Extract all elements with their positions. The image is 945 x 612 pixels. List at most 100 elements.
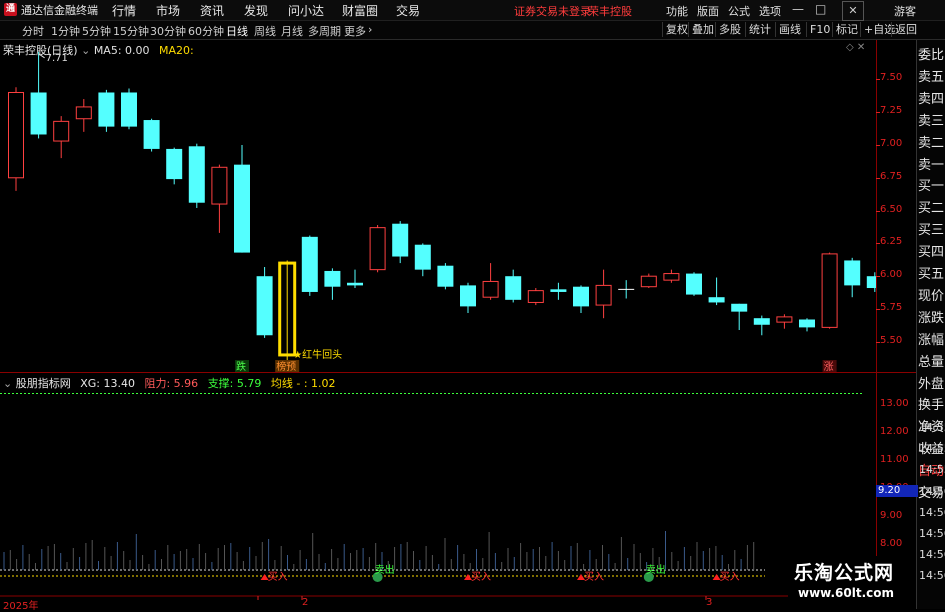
sidebar-item[interactable]: 卖一 — [918, 154, 945, 173]
sidebar-item[interactable]: 总量 — [918, 351, 945, 370]
main-y-tick — [876, 243, 880, 245]
main-y-tick — [876, 210, 880, 212]
menu-market[interactable]: 市场 — [156, 2, 180, 19]
menu-options[interactable]: 选项 — [759, 3, 781, 19]
date-month-3: 3 — [706, 597, 713, 608]
menu-discover[interactable]: 发现 — [244, 2, 268, 19]
period-daily[interactable]: 日线 — [226, 23, 248, 39]
main-y-tick-label: 6.50 — [880, 203, 903, 215]
tick-time: 14:56 — [919, 527, 945, 540]
toolbar-overlay[interactable]: 叠加 — [688, 22, 717, 37]
menu-ask[interactable]: 问小达 — [288, 2, 324, 19]
menu-layout[interactable]: 版面 — [697, 3, 719, 19]
sidebar-item[interactable]: 买四 — [918, 241, 945, 260]
period-multi[interactable]: 多周期 — [308, 23, 341, 39]
sidebar-item[interactable]: 卖四 — [918, 88, 945, 107]
menu-wealth[interactable]: 财富圈 — [342, 2, 378, 19]
sidebar-item[interactable]: 涨幅 — [918, 329, 945, 348]
main-y-tick-label: 7.25 — [880, 105, 903, 117]
menu-function[interactable]: 功能 — [666, 3, 688, 19]
period-15min[interactable]: 15分钟 — [113, 23, 149, 39]
candle-body — [482, 280, 499, 298]
main-y-tick-label: 7.00 — [880, 137, 903, 149]
toolbar-mark[interactable]: 标记 — [832, 22, 861, 37]
login-notice[interactable]: 证券交易未登录 — [514, 3, 591, 19]
guest-button[interactable]: 游客 — [894, 3, 916, 19]
high-price-label: 7.71 — [46, 53, 68, 64]
chevron-right-icon[interactable]: › — [368, 23, 372, 36]
top-stock-name: 荣丰控股 — [588, 5, 632, 18]
watermark-title: 乐淘公式网 — [794, 562, 895, 584]
tick-time: 14:55 — [919, 421, 945, 434]
candle-body — [414, 244, 431, 270]
sidebar-item[interactable]: 买二 — [918, 197, 945, 216]
sidebar-item[interactable]: 换手 — [918, 394, 945, 413]
toolbar-f10[interactable]: F10 — [806, 22, 833, 37]
menu-quotes[interactable]: 行情 — [112, 2, 136, 19]
candle-body — [663, 273, 680, 281]
sidebar-item[interactable]: 外盘 — [918, 373, 945, 392]
sidebar-item[interactable]: 买五 — [918, 263, 945, 282]
buy-signal-label: 买入 — [268, 571, 288, 583]
sidebar-item[interactable]: 卖二 — [918, 132, 945, 151]
window-close-icon[interactable]: ✕ — [842, 1, 864, 21]
candle-body — [595, 284, 612, 306]
toolbar-back[interactable]: 返回 — [891, 22, 920, 37]
candle-body — [30, 92, 47, 135]
candle-body — [75, 106, 92, 120]
main-y-tick — [876, 112, 880, 114]
candle-body — [776, 316, 793, 323]
app-logo-icon: 通 — [4, 3, 17, 16]
sidebar-item[interactable]: 现价 — [918, 285, 945, 304]
high-marker-line — [38, 53, 45, 59]
indicator-y-tick-label: 9.00 — [880, 510, 903, 522]
toolbar-multistock[interactable]: 多股 — [715, 22, 744, 37]
candle-body — [550, 289, 567, 292]
sell-signal-label: 卖出 — [646, 563, 666, 576]
menu-trade[interactable]: 交易 — [396, 2, 420, 19]
sidebar-item[interactable]: 委比 — [918, 44, 945, 63]
period-5min[interactable]: 5分钟 — [82, 23, 111, 39]
sidebar-item[interactable]: 卖五 — [918, 66, 945, 85]
main-y-tick — [876, 144, 880, 146]
sidebar-item[interactable]: 买一 — [918, 175, 945, 194]
main-y-tick-label: 5.75 — [880, 302, 903, 313]
sidebar-item[interactable]: 涨跌 — [918, 307, 945, 326]
candle-body — [8, 91, 24, 179]
tick-time: 14:55 — [919, 442, 945, 456]
main-y-tick — [876, 79, 880, 81]
candle-body — [437, 265, 454, 287]
toolbar-fuquan[interactable]: 复权 — [662, 22, 691, 37]
toolbar-stats[interactable]: 统计 — [745, 22, 774, 37]
main-y-tick-label: 6.00 — [880, 269, 903, 281]
sidebar-item[interactable]: 卖三 — [918, 110, 945, 129]
period-60min[interactable]: 60分钟 — [188, 23, 224, 39]
menu-news[interactable]: 资讯 — [200, 2, 224, 19]
period-30min[interactable]: 30分钟 — [150, 23, 186, 39]
minimize-icon[interactable]: — — [792, 2, 804, 16]
current-value-box: 9.20 — [876, 485, 918, 497]
toolbar-draw[interactable]: 画线 — [775, 22, 804, 37]
watermark-url: www.60lt.com — [798, 586, 895, 600]
candle-body — [527, 290, 544, 303]
candle-body — [505, 276, 522, 300]
candle-body — [121, 92, 137, 127]
menu-formula[interactable]: 公式 — [728, 3, 750, 19]
main-y-tick — [876, 276, 880, 278]
period-1min[interactable]: 1分钟 — [51, 23, 80, 39]
tick-time: 14:56 — [919, 548, 945, 562]
period-monthly[interactable]: 月线 — [281, 23, 303, 39]
period-weekly[interactable]: 周线 — [254, 23, 276, 39]
kline-chart[interactable]: 7.71跌 涨榜预★红牛回头买入卖出买入 买入卖出买入 — [0, 40, 876, 609]
tick-time: 14:56 — [919, 505, 945, 519]
indicator-y-tick-label: 12.00 — [880, 425, 909, 437]
candle-body — [369, 227, 386, 271]
candle-body — [53, 120, 70, 142]
indicator-y-tick-label: 11.00 — [880, 453, 909, 465]
signal-label: ★红牛回头 — [293, 348, 342, 361]
sidebar-item[interactable]: 买三 — [918, 219, 945, 238]
period-more[interactable]: 更多 — [344, 23, 366, 39]
period-timeshare[interactable]: 分时 — [22, 23, 44, 39]
maximize-icon[interactable]: □ — [815, 2, 826, 16]
sell-signal-label: 卖出 — [375, 563, 395, 576]
